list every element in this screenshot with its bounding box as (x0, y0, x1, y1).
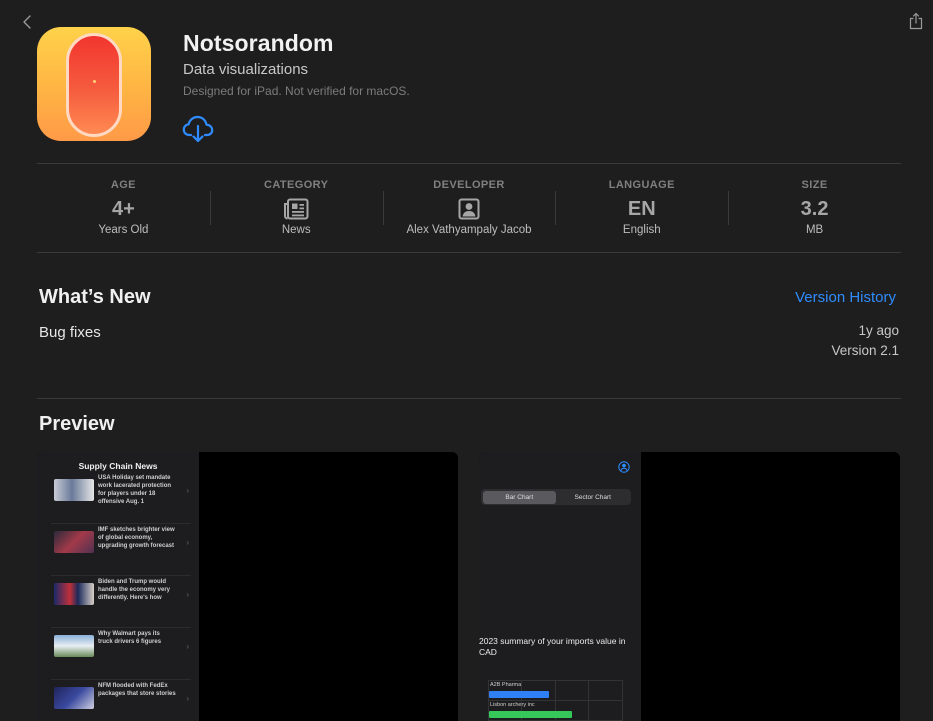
news-headline: Biden and Trump would handle the economy… (98, 579, 171, 601)
segment-bar-chart[interactable]: Bar Chart (482, 490, 556, 504)
info-sub: English (622, 224, 661, 236)
divider (37, 252, 901, 253)
newspaper-icon (284, 198, 309, 220)
app-title: Notsorandom (183, 30, 334, 56)
info-label: AGE (110, 179, 136, 191)
news-thumbnail (54, 583, 94, 605)
info-label: SIZE (801, 179, 828, 191)
bar-label: A2B Pharma (490, 682, 522, 688)
news-thumbnail (54, 687, 94, 709)
info-age: AGE 4+ Years Old (37, 164, 210, 252)
chart-bar (489, 691, 549, 698)
share-icon (909, 12, 923, 30)
info-label: CATEGORY (264, 179, 329, 191)
preview-title: Preview (39, 413, 115, 435)
divider (37, 398, 901, 399)
release-age: 1y ago (858, 323, 899, 338)
news-headline: IMF sketches brighter view of global eco… (98, 527, 175, 549)
info-label: LANGUAGE (608, 179, 675, 191)
info-sub: Years Old (98, 224, 149, 236)
chart-bar (489, 711, 572, 718)
segment-sector-chart[interactable]: Sector Chart (556, 491, 630, 504)
info-sub: MB (805, 224, 824, 236)
news-list-item: IMF sketches brighter view of global eco… (51, 524, 191, 576)
news-thumbnail (54, 479, 94, 501)
news-headline: NFM flooded with FedEx packages that sto… (98, 683, 176, 697)
app-subtitle: Data visualizations (183, 61, 309, 78)
news-list-panel: Supply Chain News USA Holiday set mandat… (37, 452, 199, 721)
profile-icon (618, 461, 630, 473)
back-button[interactable] (19, 13, 35, 31)
chevron-right-icon: › (186, 694, 189, 703)
news-headline: Why Walmart pays its truck drivers 6 fig… (98, 631, 162, 645)
person-icon (458, 198, 480, 220)
preview-screenshot-1[interactable]: Supply Chain News USA Holiday set mandat… (37, 452, 458, 721)
chevron-right-icon: › (186, 590, 189, 599)
whats-new-title: What’s New (39, 286, 151, 308)
chart-caption: 2023 summary of your imports value in CA… (479, 636, 626, 657)
chart-type-segmented-control: Bar Chart Sector Chart (481, 489, 631, 505)
info-value: 3.2 (800, 197, 829, 220)
news-list-item: Biden and Trump would handle the economy… (51, 576, 191, 628)
info-strip: AGE 4+ Years Old CATEGORY News DEVELOPER (37, 164, 901, 252)
news-headline: USA Holiday set mandate work lacerated p… (98, 475, 172, 505)
news-list-item: NFM flooded with FedEx packages that sto… (51, 680, 191, 721)
chevron-right-icon: › (186, 486, 189, 495)
info-label: DEVELOPER (433, 179, 505, 191)
preview-screenshot-2[interactable]: Bar Chart Sector Chart 2023 summary of y… (479, 452, 900, 721)
info-language[interactable]: LANGUAGE EN English (555, 164, 728, 252)
chevron-left-icon (23, 15, 31, 29)
info-category[interactable]: CATEGORY News (209, 164, 383, 252)
bar-label: Lisbon archery inc (490, 702, 535, 708)
info-value: EN (627, 197, 656, 220)
compatibility-note: Designed for iPad. Not verified for macO… (183, 84, 410, 98)
news-list-item: USA Holiday set mandate work lacerated p… (51, 472, 191, 524)
app-store-page: Notsorandom Data visualizations Designed… (0, 0, 933, 721)
news-thumbnail (54, 635, 94, 657)
info-value: 4+ (111, 197, 135, 220)
news-thumbnail (54, 531, 94, 553)
info-sub: Alex Vathyampaly Jacob (406, 224, 532, 236)
news-list-item: Why Walmart pays its truck drivers 6 fig… (51, 628, 191, 680)
info-size: SIZE 3.2 MB (728, 164, 901, 252)
release-version: Version 2.1 (831, 343, 899, 358)
download-button[interactable] (182, 114, 214, 144)
chevron-right-icon: › (186, 538, 189, 547)
cloud-download-icon (182, 115, 214, 143)
news-panel-title: Supply Chain News (78, 461, 158, 471)
mini-bar-chart: A2B Pharma Lisbon archery inc (488, 680, 623, 721)
info-sub: News (281, 224, 311, 236)
release-notes: Bug fixes (39, 324, 101, 341)
chevron-right-icon: › (186, 642, 189, 651)
version-history-link[interactable]: Version History (795, 289, 896, 306)
app-icon (37, 27, 151, 141)
info-developer[interactable]: DEVELOPER Alex Vathyampaly Jacob (382, 164, 556, 252)
chart-panel: Bar Chart Sector Chart 2023 summary of y… (479, 452, 641, 721)
share-button[interactable] (907, 11, 925, 31)
